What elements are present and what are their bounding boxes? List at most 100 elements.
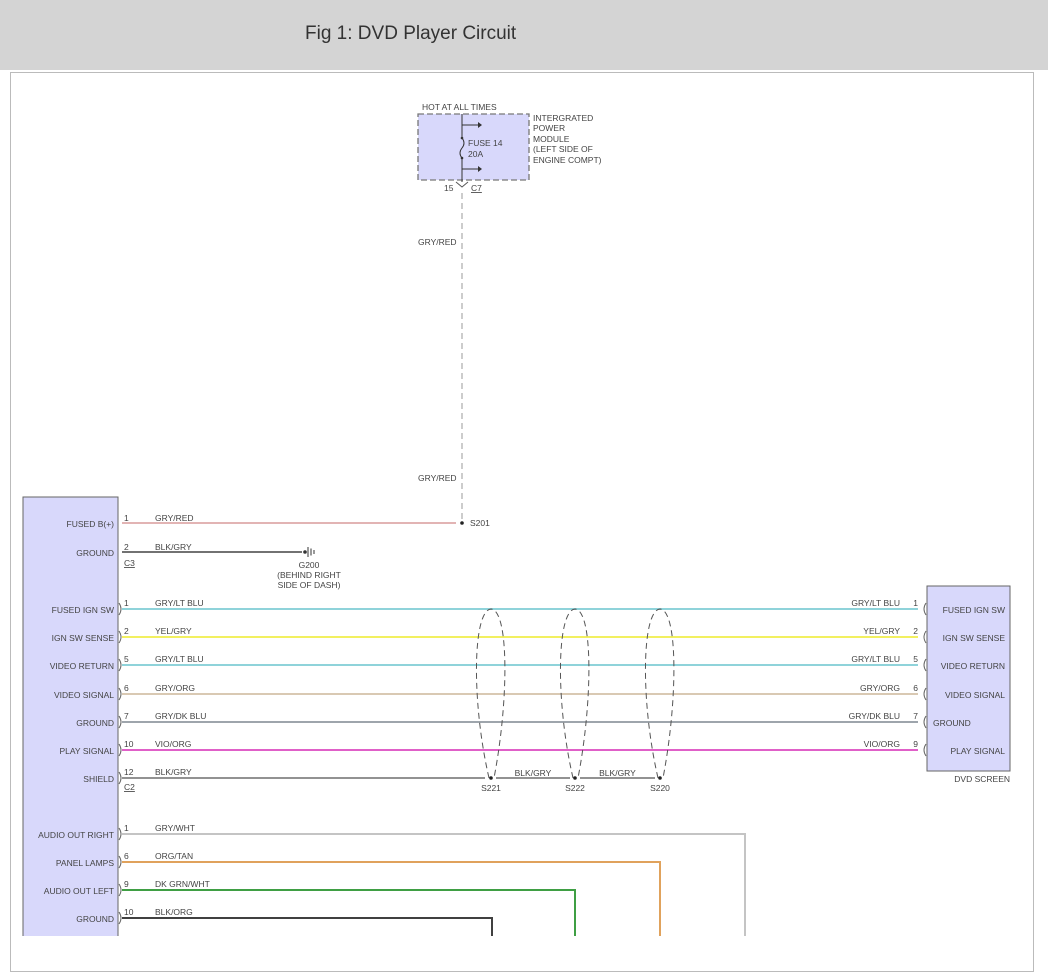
connector-terminal-icon bbox=[923, 602, 927, 616]
pin-function-label: VIDEO RETURN bbox=[50, 661, 114, 671]
pin-number: 5 bbox=[913, 654, 918, 664]
wire-color-label: GRY/LT BLU bbox=[851, 598, 900, 608]
wire-color-label: GRY/DK BLU bbox=[155, 711, 206, 721]
connector-terminal-icon bbox=[118, 771, 122, 785]
pin-number: 2 bbox=[124, 542, 129, 552]
power-module-name: INTERGRATED bbox=[533, 113, 593, 123]
wire bbox=[122, 861, 661, 936]
splice-dot bbox=[573, 776, 577, 780]
ground-name: G200 bbox=[299, 560, 320, 570]
pin-function-label: IGN SW SENSE bbox=[52, 633, 115, 643]
connector-terminal-icon bbox=[118, 715, 122, 729]
pin-function-label: GROUND bbox=[76, 914, 114, 924]
pin-number: 1 bbox=[124, 823, 129, 833]
splice-dot bbox=[489, 776, 493, 780]
pin-number: 6 bbox=[124, 683, 129, 693]
pin-number: 15 bbox=[444, 183, 454, 193]
power-module-name: (LEFT SIDE OF bbox=[533, 144, 593, 154]
pin-number: 12 bbox=[124, 767, 134, 777]
pin-function-label: IGN SW SENSE bbox=[943, 633, 1006, 643]
dvd-player-module bbox=[22, 496, 119, 936]
wire-color-label: GRY/LT BLU bbox=[155, 598, 204, 608]
pin-number: 7 bbox=[124, 711, 129, 721]
wire-color-label: GRY/RED bbox=[418, 237, 457, 247]
connector-terminal-icon bbox=[923, 715, 927, 729]
connector-icon bbox=[455, 181, 469, 188]
wire-color-label: BLK/GRY bbox=[155, 767, 192, 777]
wire-color-label: VIO/ORG bbox=[864, 739, 900, 749]
wire-color-label: GRY/LT BLU bbox=[155, 654, 204, 664]
pin-number: 10 bbox=[124, 739, 134, 749]
pin-number: 10 bbox=[124, 907, 134, 917]
connector-terminal-icon bbox=[923, 658, 927, 672]
wire-color-label: DK GRN/WHT bbox=[155, 879, 210, 889]
pin-function-label: SHIELD bbox=[83, 774, 114, 784]
c3-connector: FUSED B(+) 1 GRY/RED GROUND 2 BLK/GRY C3… bbox=[67, 513, 456, 590]
splice-label: S220 bbox=[650, 783, 670, 793]
pin-function-label: GROUND bbox=[76, 548, 114, 558]
power-module-name: POWER bbox=[533, 123, 565, 133]
fuse-rating: 20A bbox=[468, 149, 483, 159]
connector-terminal-icon bbox=[118, 658, 122, 672]
wire-color-label: GRY/DK BLU bbox=[849, 711, 900, 721]
pin-function-label: GROUND bbox=[933, 718, 971, 728]
wire-color-label: GRY/LT BLU bbox=[851, 654, 900, 664]
wire-color-label: BLK/ORG bbox=[155, 907, 193, 917]
pin-number: 1 bbox=[124, 513, 129, 523]
pin-function-label: FUSED B(+) bbox=[67, 519, 115, 529]
wire-color-label: ORG/TAN bbox=[155, 851, 193, 861]
wire-color-label: GRY/ORG bbox=[860, 683, 900, 693]
splice-label: S201 bbox=[470, 518, 490, 528]
c2-connector: FUSED IGN SW 1 GRY/LT BLU IGN SW SENSE 2 YEL/… bbox=[50, 598, 918, 785]
wire-color-label: BLK/GRY bbox=[599, 768, 636, 778]
pin-function-label: FUSED IGN SW bbox=[52, 605, 114, 615]
pin-function-label: PANEL LAMPS bbox=[56, 858, 114, 868]
wire-color-label: BLK/GRY bbox=[155, 542, 192, 552]
wire bbox=[122, 833, 746, 936]
pin-function-label: PLAY SIGNAL bbox=[951, 746, 1006, 756]
wire-color-label: GRY/RED bbox=[418, 473, 457, 483]
connector-terminal-icon bbox=[118, 743, 122, 757]
pin-number: 7 bbox=[913, 711, 918, 721]
splice-label: S221 bbox=[481, 783, 501, 793]
pin-number: 1 bbox=[124, 598, 129, 608]
ground-location: SIDE OF DASH) bbox=[278, 580, 341, 590]
splice-dot bbox=[460, 521, 464, 525]
wire-color-label: YEL/GRY bbox=[863, 626, 900, 636]
lower-connector: AUDIO OUT RIGHT 1 GRY/WHT PANEL LAMPS 6 ORG/T… bbox=[38, 823, 746, 936]
pin-number: 5 bbox=[124, 654, 129, 664]
splice-dot bbox=[658, 776, 662, 780]
pin-function-label: VIDEO RETURN bbox=[941, 661, 1005, 671]
pin-function-label: VIDEO SIGNAL bbox=[945, 690, 1005, 700]
wiring-diagram: HOT AT ALL TIMES INTERGRATED POWER MODUL… bbox=[22, 102, 1011, 936]
wire-color-label: VIO/ORG bbox=[155, 739, 191, 749]
pin-function-label: AUDIO OUT LEFT bbox=[44, 886, 114, 896]
connector-id: C2 bbox=[124, 782, 135, 792]
dvd-screen-name: DVD SCREEN bbox=[954, 774, 1010, 784]
hot-at-all-times-label: HOT AT ALL TIMES bbox=[422, 102, 497, 112]
connector-terminal-icon bbox=[923, 743, 927, 757]
connector-terminal-icon bbox=[118, 630, 122, 644]
pin-function-label: PLAY SIGNAL bbox=[60, 746, 115, 756]
connector-terminal-icon bbox=[118, 855, 122, 869]
pin-number: 6 bbox=[124, 851, 129, 861]
wire-color-label: YEL/GRY bbox=[155, 626, 192, 636]
ground-icon bbox=[303, 547, 315, 557]
wire-color-label: GRY/WHT bbox=[155, 823, 195, 833]
pin-function-label: FUSED IGN SW bbox=[943, 605, 1005, 615]
wire-color-label: GRY/RED bbox=[155, 513, 194, 523]
connector-id: C3 bbox=[124, 558, 135, 568]
pin-number: 1 bbox=[913, 598, 918, 608]
connector-terminal-icon bbox=[118, 883, 122, 897]
connector-id: C7 bbox=[471, 183, 482, 193]
power-module-name: MODULE bbox=[533, 134, 570, 144]
connector-terminal-icon bbox=[118, 911, 122, 925]
pin-number: 9 bbox=[124, 879, 129, 889]
wire bbox=[122, 917, 493, 936]
pin-number: 6 bbox=[913, 683, 918, 693]
pin-function-label: AUDIO OUT RIGHT bbox=[38, 830, 114, 840]
connector-terminal-icon bbox=[923, 687, 927, 701]
wire-color-label: GRY/ORG bbox=[155, 683, 195, 693]
wire-color-label: BLK/GRY bbox=[515, 768, 552, 778]
power-module-name: ENGINE COMPT) bbox=[533, 155, 602, 165]
